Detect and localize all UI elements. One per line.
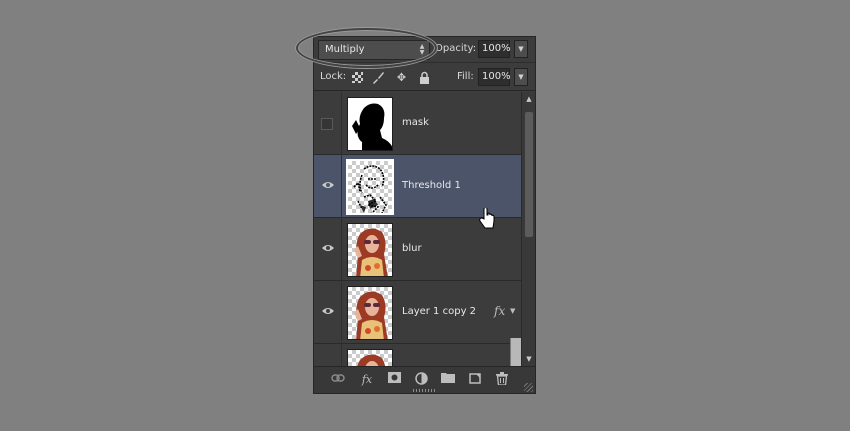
lock-label: Lock: (320, 71, 347, 82)
effects-expand-icon[interactable]: ▼ (510, 307, 515, 315)
layers-panel: Multiply ▲ ▼ Opacity: 100% ▼ Lock: ✥ Fill… (313, 36, 536, 394)
fill-label: Fill: (457, 71, 474, 82)
layer-thumbnail (347, 223, 393, 277)
folder-icon[interactable] (440, 372, 456, 388)
layer-row-layer-1-copy-2[interactable]: Layer 1 copy 2 fx ▼ (314, 281, 521, 344)
blend-mode-select[interactable]: Multiply ▲ ▼ (318, 40, 430, 60)
fx-icon[interactable]: fx (359, 372, 375, 388)
fill-input[interactable]: 100% (478, 68, 511, 86)
lock-row: Lock: ✥ Fill: 100% ▼ (314, 64, 535, 91)
lock-all-icon[interactable] (418, 71, 431, 84)
layer-row-mask[interactable]: mask (314, 92, 521, 155)
panel-grip-icon[interactable] (413, 389, 435, 392)
eye-icon (322, 245, 334, 251)
layer-name: mask (402, 117, 429, 128)
visibility-toggle[interactable] (314, 218, 342, 281)
blend-mode-value: Multiply (325, 44, 365, 55)
opacity-label: Opacity: (435, 43, 477, 54)
visibility-toggle[interactable] (314, 281, 342, 344)
fill-dropdown-button[interactable]: ▼ (514, 68, 528, 86)
hand-cursor-icon (479, 208, 495, 229)
eye-icon (322, 182, 334, 188)
mask-icon[interactable] (386, 372, 402, 388)
opacity-input[interactable]: 100% (478, 40, 511, 58)
layer-effects-icon[interactable]: fx (494, 304, 505, 318)
visibility-off-box (321, 118, 333, 130)
layer-name: Threshold 1 (402, 180, 461, 191)
lock-position-icon[interactable]: ✥ (395, 71, 408, 84)
visibility-toggle[interactable] (314, 92, 342, 155)
scroll-down-arrow-icon[interactable]: ▼ (524, 354, 534, 364)
layer-name: blur (402, 243, 422, 254)
resize-grip-icon[interactable] (524, 383, 533, 392)
visibility-toggle[interactable] (314, 344, 342, 366)
opacity-dropdown-button[interactable]: ▼ (514, 40, 528, 58)
blend-options-row: Multiply ▲ ▼ Opacity: 100% ▼ (314, 37, 535, 63)
lock-transparent-pixels-icon[interactable] (352, 72, 363, 83)
layer-effects-strip (510, 338, 521, 366)
lock-image-pixels-icon[interactable] (372, 71, 385, 84)
layer-thumbnail (347, 97, 393, 151)
layers-scrollbar[interactable]: ▲ ▼ (521, 92, 535, 366)
layer-thumbnail (347, 286, 393, 340)
new-layer-icon[interactable] (467, 372, 483, 388)
link-icon[interactable] (330, 372, 346, 388)
scroll-up-arrow-icon[interactable]: ▲ (524, 94, 534, 104)
select-updown-icon: ▲ ▼ (419, 43, 425, 56)
visibility-toggle[interactable] (314, 155, 342, 218)
trash-icon[interactable] (494, 372, 510, 388)
layer-thumbnail (347, 160, 393, 214)
eye-icon (322, 308, 334, 314)
layer-thumbnail (347, 349, 393, 366)
scroll-thumb[interactable] (525, 112, 533, 237)
adjustment-icon[interactable] (413, 372, 429, 388)
layer-name: Layer 1 copy 2 (402, 306, 477, 317)
layer-row-partial[interactable] (314, 344, 521, 366)
